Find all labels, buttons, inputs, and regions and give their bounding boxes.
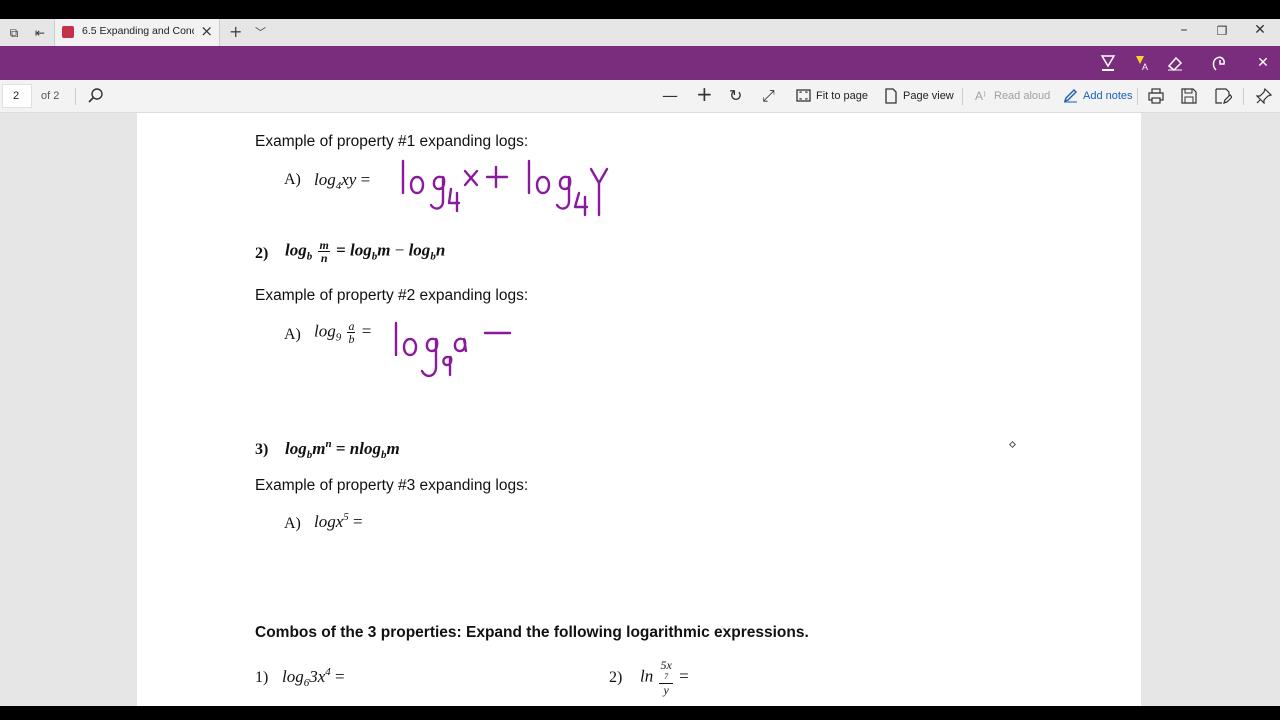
example-heading-3: Example of property #3 expanding logs: <box>255 477 529 494</box>
svg-text:A: A <box>1142 62 1148 72</box>
highlighter-icon[interactable]: A <box>1131 54 1151 72</box>
property-3-label: 3) <box>255 441 269 458</box>
read-aloud-button[interactable]: Read aloud <box>994 90 1050 102</box>
close-window-button[interactable]: ✕ <box>1250 22 1270 38</box>
fullscreen-icon[interactable]: ⤢ <box>762 87 775 105</box>
save-as-icon[interactable] <box>1215 88 1233 108</box>
browser-tab-bar: ⧉ ⇤ 6.5 Expanding and Cond × + ﹀ – ❐ ✕ <box>0 19 1280 46</box>
tab-actions-icon[interactable]: ⧉ <box>6 25 22 41</box>
cropped-formula-line: ··· <box>255 113 388 121</box>
set-aside-tabs-icon[interactable]: ⇤ <box>32 25 48 41</box>
example-3-label: A) <box>284 515 301 532</box>
combos-heading: Combos of the 3 properties: Expand the f… <box>255 624 809 641</box>
zoom-out-icon[interactable]: — <box>662 87 678 105</box>
page-number-input[interactable]: 2 <box>2 84 32 108</box>
combo-2-formula: ln 5x 7 y = <box>640 658 689 697</box>
divider <box>1243 88 1244 105</box>
ink-toolbar: A ✕ <box>0 46 1280 80</box>
combo-2-label: 2) <box>609 669 623 686</box>
add-notes-pen-icon[interactable] <box>1063 88 1078 107</box>
eraser-icon[interactable] <box>1165 54 1185 72</box>
example-2-formula: log9 ab = <box>314 319 372 346</box>
pdf-file-icon <box>62 26 74 38</box>
property-2-formula: logb mn = logbm − logbn <box>285 238 446 265</box>
example-heading-2: Example of property #2 expanding logs: <box>255 287 529 304</box>
print-icon[interactable] <box>1148 88 1164 108</box>
screen: ⧉ ⇤ 6.5 Expanding and Cond × + ﹀ – ❐ ✕ A… <box>0 0 1280 720</box>
new-tab-button[interactable]: + <box>229 22 242 41</box>
tab-pdf[interactable]: 6.5 Expanding and Cond × <box>54 19 220 46</box>
pin-toolbar-icon[interactable] <box>1255 87 1273 108</box>
handwritten-answer-1 <box>401 159 609 217</box>
example-1-formula: log4xy = <box>314 170 371 192</box>
page-view-icon[interactable] <box>884 88 898 108</box>
bottom-letterbox <box>0 706 1280 720</box>
divider <box>962 88 963 105</box>
rotate-icon[interactable]: ↻ <box>729 87 742 105</box>
example-2-label: A) <box>284 326 301 343</box>
example-3-formula: logx5 = <box>314 511 363 531</box>
touch-writing-icon[interactable] <box>1209 54 1229 72</box>
pdf-toolbar: 2 of 2 — + ↻ ⤢ Fit to page Page view A⁾ … <box>0 80 1280 113</box>
exit-ink-icon[interactable]: ✕ <box>1253 54 1273 72</box>
zoom-in-icon[interactable]: + <box>696 84 713 104</box>
pdf-viewer[interactable]: ··· Example of property #1 expanding log… <box>0 113 1280 706</box>
pen-tool-icon[interactable] <box>1098 54 1118 72</box>
example-1-label: A) <box>284 171 301 188</box>
search-icon[interactable] <box>87 87 105 109</box>
read-aloud-icon: A⁾ <box>975 89 986 103</box>
combo-1-label: 1) <box>255 669 269 686</box>
ink-cursor <box>1008 440 1017 449</box>
tab-preview-chevron-icon[interactable]: ﹀ <box>255 24 266 40</box>
tab-title: 6.5 Expanding and Cond <box>82 25 194 37</box>
fit-to-page-icon[interactable] <box>796 88 811 107</box>
property-3-formula: logbmn = nlogbm <box>285 438 400 461</box>
divider <box>75 88 76 105</box>
save-icon[interactable] <box>1181 88 1197 108</box>
combo-1-formula: log63x4 = <box>282 666 345 689</box>
page-view-button[interactable]: Page view <box>903 90 954 102</box>
example-heading-1: Example of property #1 expanding logs: <box>255 133 529 150</box>
add-notes-button[interactable]: Add notes <box>1083 90 1133 102</box>
fit-to-page-button[interactable]: Fit to page <box>816 90 868 102</box>
handwritten-answer-2 <box>394 321 512 378</box>
restore-button[interactable]: ❐ <box>1212 24 1232 38</box>
minimize-button[interactable]: – <box>1174 22 1194 38</box>
close-tab-icon[interactable]: × <box>200 22 213 40</box>
pdf-page: ··· Example of property #1 expanding log… <box>137 113 1141 706</box>
property-2-label: 2) <box>255 245 269 262</box>
divider <box>1137 88 1138 105</box>
page-total: of 2 <box>41 90 60 102</box>
